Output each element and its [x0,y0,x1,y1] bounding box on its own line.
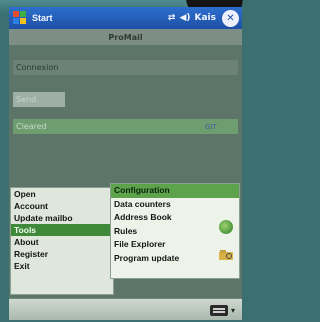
bottom-menu-bar: ▾ [9,298,242,320]
menu-item-exit[interactable]: Exit [11,260,113,272]
app-title-bar: ProMail [9,29,242,45]
menu-item-update-mailbox[interactable]: Update mailbo [11,212,113,224]
keyboard-arrow-icon[interactable]: ▾ [231,306,235,315]
connectivity-icon[interactable]: ⇄ [168,13,176,23]
menu-item-about[interactable]: About [11,236,113,248]
input-mode-label[interactable]: Kais [195,13,217,23]
menu-item-register[interactable]: Register [11,248,113,260]
submenu-item-configuration[interactable]: Configuration [111,184,239,198]
folder-search-icon [219,250,233,260]
keyboard-icon[interactable] [210,305,228,316]
device-screen: Start ⇄ ◀) Kais ✕ ProMail Connexion Send… [9,7,242,320]
start-logo-icon[interactable] [12,10,28,26]
volume-icon[interactable]: ◀) [179,13,190,23]
title-bar: Start ⇄ ◀) Kais ✕ [9,7,242,29]
app-content: Connexion Send Cleared GIT [9,45,242,187]
close-button[interactable]: ✕ [222,9,239,27]
menu-item-account[interactable]: Account [11,200,113,212]
earth-icon [219,220,233,234]
submenu-item-data-counters[interactable]: Data counters [111,198,239,212]
status-field-extra: GIT [205,122,217,131]
send-field[interactable]: Send [13,92,65,107]
title-bar-icons: ⇄ ◀) Kais ✕ [168,9,242,27]
start-label[interactable]: Start [32,13,53,23]
tools-submenu: Configuration Data counters Address Book… [110,183,240,279]
connection-field[interactable]: Connexion [13,60,238,75]
menu-item-open[interactable]: Open [11,188,113,200]
menu-item-tools[interactable]: Tools [11,224,113,236]
context-menu: Open Account Update mailbo Tools About R… [10,187,114,295]
app-title: ProMail [108,32,143,42]
